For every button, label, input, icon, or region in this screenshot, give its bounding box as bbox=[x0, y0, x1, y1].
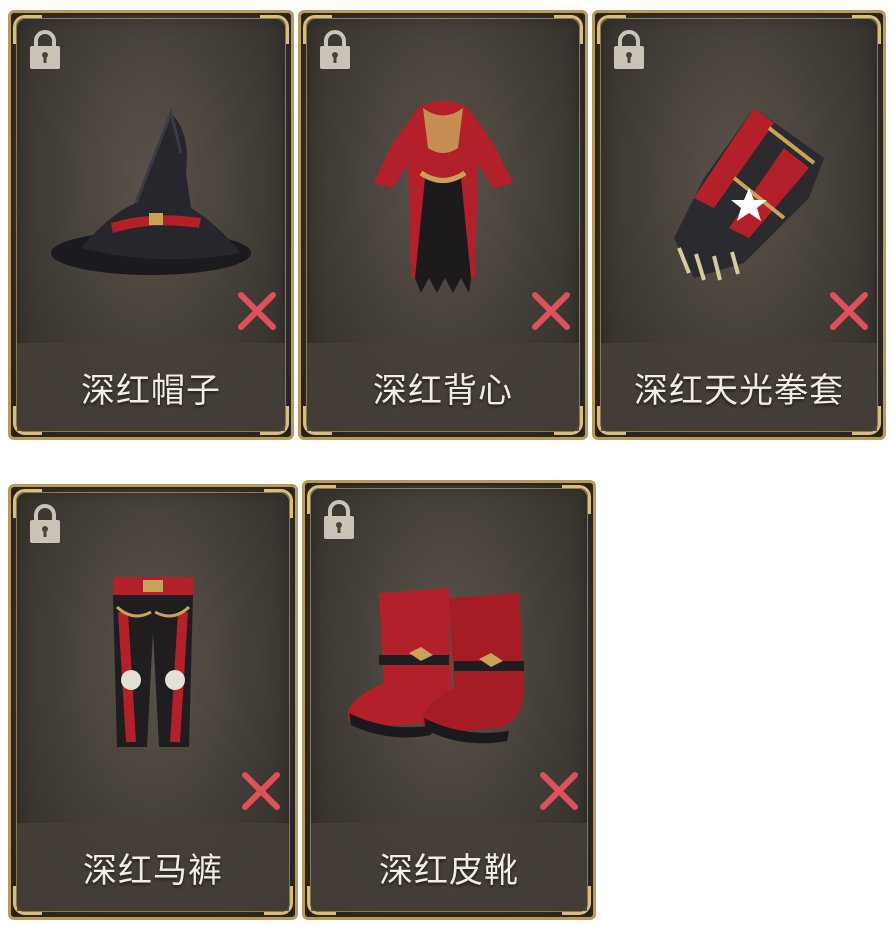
item-name: 深红天光拳套 bbox=[634, 370, 844, 411]
remove-x-icon[interactable] bbox=[235, 289, 279, 333]
item-name-bar: 深红背心 bbox=[307, 343, 579, 431]
robe-icon bbox=[301, 73, 585, 313]
item-name: 深红皮靴 bbox=[379, 850, 519, 891]
item-card-gauntlet[interactable]: 深红天光拳套 bbox=[592, 10, 886, 440]
lock-icon bbox=[30, 504, 60, 543]
lock-icon bbox=[320, 30, 350, 69]
card-corner-ornament bbox=[562, 485, 591, 514]
boots-icon bbox=[305, 543, 593, 783]
item-name-bar: 深红天光拳套 bbox=[601, 343, 877, 431]
card-corner-ornament bbox=[852, 15, 881, 44]
lock-icon bbox=[324, 500, 354, 539]
remove-x-icon[interactable] bbox=[529, 289, 573, 333]
item-name: 深红马裤 bbox=[83, 850, 223, 891]
item-name: 深红帽子 bbox=[81, 370, 221, 411]
lock-icon bbox=[30, 30, 60, 69]
remove-x-icon[interactable] bbox=[827, 289, 871, 333]
item-card-vest[interactable]: 深红背心 bbox=[298, 10, 588, 440]
card-corner-ornament bbox=[264, 489, 293, 518]
item-card-hat[interactable]: 深红帽子 bbox=[8, 10, 294, 440]
gauntlet-icon bbox=[595, 73, 883, 313]
item-name-bar: 深红皮靴 bbox=[311, 823, 587, 911]
witch-hat-icon bbox=[11, 73, 291, 313]
item-name: 深红背心 bbox=[373, 370, 513, 411]
item-name-bar: 深红马裤 bbox=[17, 823, 289, 911]
pants-icon bbox=[11, 547, 295, 787]
remove-x-icon[interactable] bbox=[239, 769, 283, 813]
item-card-boots[interactable]: 深红皮靴 bbox=[302, 480, 596, 920]
card-corner-ornament bbox=[260, 15, 289, 44]
lock-icon bbox=[614, 30, 644, 69]
item-name-bar: 深红帽子 bbox=[17, 343, 285, 431]
remove-x-icon[interactable] bbox=[537, 769, 581, 813]
card-corner-ornament bbox=[554, 15, 583, 44]
item-card-pants[interactable]: 深红马裤 bbox=[8, 484, 298, 920]
